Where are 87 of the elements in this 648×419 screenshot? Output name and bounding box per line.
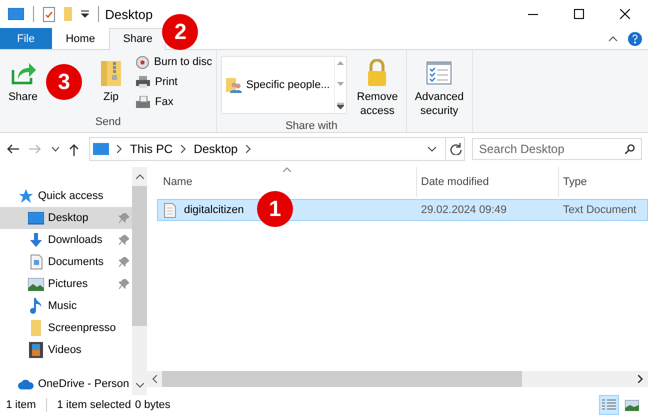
ribbon-button[interactable]: Burn to disc [136,53,212,71]
file-type: Text Document [562,204,638,216]
ribbon-tab[interactable]: Share [109,28,166,50]
ribbon-button[interactable]: Advanced security [410,52,468,118]
star-icon [19,189,33,203]
close-icon[interactable] [620,9,630,19]
numbered-callout: 3 [46,64,82,100]
navigation-item[interactable]: Music [0,295,132,317]
ribbon-tab[interactable]: File [0,28,52,49]
share-with-gallery[interactable]: Specific people... [221,56,347,114]
printer-icon [136,76,150,88]
ribbon-button[interactable]: Fax [136,93,212,111]
pin-icon [119,213,129,223]
maximize-icon[interactable] [574,9,584,19]
pin-icon [119,235,129,245]
properties-checkmark-icon[interactable] [43,6,55,22]
collapse-caret-icon[interactable] [608,36,618,42]
refresh-icon[interactable] [450,143,462,155]
ribbon-group-label: Send [94,115,122,130]
scroll-up-icon[interactable] [136,174,144,179]
folder-icon [31,320,41,336]
pin-icon [119,257,129,267]
zip-folder-icon [100,59,122,87]
file-name: digitalcitizen [184,204,244,216]
column-header[interactable]: Date modified [417,167,559,197]
monitor-icon [28,212,44,224]
ribbon-tab[interactable]: Home [52,28,110,49]
ribbon-button[interactable]: Print [136,73,212,91]
ribbon-button[interactable]: Share [4,52,42,104]
pin-icon [119,279,129,289]
chevron-right-icon[interactable] [246,145,251,153]
padlock-icon [367,59,388,87]
dropdown-caret-icon[interactable] [81,10,89,18]
share-icon [10,60,36,86]
back-arrow-icon[interactable] [6,144,19,154]
people-icon [226,77,242,93]
ribbon-group-label: Share with [284,119,338,134]
search-icon[interactable] [625,144,635,154]
expand-gallery-icon[interactable] [336,103,344,109]
thumbnail-view-icon [625,400,639,410]
music-note-icon [30,298,42,314]
text-file-icon [164,202,176,218]
fax-icon [136,96,150,108]
breadcrumb[interactable]: This PC [130,142,173,156]
window-title: Desktop [105,6,153,22]
document-icon [30,254,42,270]
navigation-item[interactable]: Videos [0,339,132,361]
recent-locations-caret-icon[interactable] [52,146,59,152]
selection-size: 0 bytes [134,399,170,411]
chevron-right-icon[interactable] [117,145,122,153]
breadcrumb[interactable]: Desktop [194,142,238,156]
navigation-item[interactable]: Downloads [0,229,132,251]
download-arrow-icon [29,233,43,247]
column-header[interactable]: Type [559,167,648,197]
film-icon [29,342,43,358]
view-toggle[interactable] [599,395,619,415]
navigation-item[interactable]: Quick access [0,185,132,207]
picture-icon [28,278,44,290]
date-modified: 29.02.2024 09:49 [420,204,508,216]
checklist-icon [426,61,452,85]
navigation-item[interactable]: Desktop [0,207,132,229]
sort-caret-icon [283,167,291,172]
disc-icon [136,56,149,68]
address-dropdown-caret-icon[interactable] [428,146,436,152]
ribbon-button[interactable]: Zip [92,52,130,104]
scroll-right-icon[interactable] [638,375,643,383]
search-field[interactable]: Search Desktop [472,138,642,160]
scroll-left-icon[interactable] [152,375,157,383]
navigation-item[interactable]: Screenpresso [0,317,132,339]
details-view-icon [602,399,616,411]
numbered-callout: 1 [257,191,293,227]
numbered-callout: 2 [162,14,198,50]
item-count: 1 item [6,399,36,411]
navigation-item[interactable]: Documents [0,251,132,273]
selection-count: 1 item selected [56,399,131,411]
address-bar[interactable]: This PC Desktop [89,137,465,161]
chevron-right-icon[interactable] [180,145,186,153]
vertical-scrollbar[interactable] [132,167,147,395]
help-icon[interactable] [628,32,642,46]
ribbon-button[interactable]: Remove access [352,52,402,118]
horizontal-scrollbar[interactable] [147,371,648,387]
monitor-icon [93,143,109,155]
up-arrow-icon[interactable] [69,142,79,156]
cloud-icon [18,378,34,390]
scroll-down-icon[interactable] [136,383,144,388]
navigation-item[interactable]: OneDrive - Person [0,373,132,395]
navigation-item[interactable]: Pictures [0,273,132,295]
